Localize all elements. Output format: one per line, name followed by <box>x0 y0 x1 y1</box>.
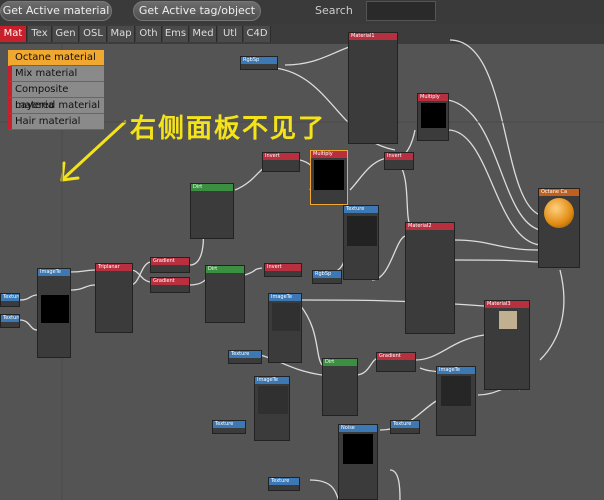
node-preview <box>499 311 517 329</box>
node-title: Gradient <box>151 258 189 265</box>
texture-node-small-2[interactable]: Texture <box>212 420 246 434</box>
node-title: RgbSp <box>313 271 341 278</box>
node-title: Invert <box>265 264 301 271</box>
imagetexture-node-2[interactable]: ImageTe <box>268 293 302 363</box>
multiply-node[interactable]: Multiply <box>417 93 449 141</box>
menu-item-mix-material[interactable]: Mix material <box>8 66 104 82</box>
texture-preview-node[interactable]: Texture <box>343 205 379 280</box>
imagetexture-node-1[interactable]: ImageTe <box>37 268 71 358</box>
menu-item-layered-material[interactable]: Layered material <box>8 98 104 114</box>
node-preview <box>347 216 377 246</box>
offscreen-node-1[interactable]: Texture <box>0 293 20 307</box>
imagetexture-node-4[interactable]: ImageTe <box>254 376 290 441</box>
dirt-node-2[interactable]: Dirt <box>205 265 245 323</box>
noise-node[interactable]: Noise <box>338 424 378 500</box>
invert-node-1[interactable]: Invert <box>262 152 300 172</box>
material1-node[interactable]: Material1 <box>348 32 398 144</box>
rgb-spectrum-node[interactable]: RgbSp <box>240 56 278 70</box>
node-title: ImageTe <box>255 377 289 384</box>
node-preview <box>258 386 288 414</box>
node-title: Material3 <box>485 301 529 308</box>
material2-node[interactable]: Material2 <box>405 222 455 334</box>
menu-item-octane-material[interactable]: Octane material <box>8 50 104 66</box>
material-type-menu: Octane material Mix material Composite m… <box>8 50 104 130</box>
node-title: ImageTe <box>38 269 70 276</box>
dirt-node-1[interactable]: Dirt <box>190 183 234 239</box>
node-preview <box>421 103 446 128</box>
invert-node-2[interactable]: Invert <box>384 152 414 170</box>
node-title: Texture <box>1 315 19 322</box>
node-preview <box>343 434 373 464</box>
node-title: Texture <box>344 206 378 213</box>
node-title: Dirt <box>191 184 233 191</box>
node-title: ImageTe <box>437 367 475 374</box>
texture-node-small-4[interactable]: Texture <box>268 477 300 491</box>
node-title: RgbSp <box>241 57 277 64</box>
multiply-node-selected[interactable]: Multiply <box>310 150 348 205</box>
triplanar-node[interactable]: Triplanar <box>95 263 133 333</box>
node-title: Dirt <box>206 266 244 273</box>
node-title: Invert <box>263 153 299 160</box>
dirt-node-3[interactable]: Dirt <box>322 358 358 416</box>
rgb-spectrum-node-2[interactable]: RgbSp <box>312 270 342 284</box>
node-title: Material1 <box>349 33 397 40</box>
node-title: Texture <box>229 351 261 358</box>
node-title: Dirt <box>323 359 357 366</box>
node-title: Multiply <box>418 94 448 101</box>
menu-item-composite-material[interactable]: Composite materia <box>8 82 104 111</box>
texture-node-small[interactable]: Texture <box>228 350 262 364</box>
node-title: Texture <box>213 421 245 428</box>
node-title: Invert <box>385 153 413 160</box>
imagetexture-node-3[interactable]: ImageTe <box>436 366 476 436</box>
gradient-node-3[interactable]: Gradient <box>376 352 416 372</box>
node-title: Octane Ca <box>539 189 579 196</box>
offscreen-node-2[interactable]: Texture <box>0 314 20 328</box>
node-title: Gradient <box>377 353 415 360</box>
gradient-node-2[interactable]: Gradient <box>150 277 190 293</box>
node-preview <box>441 376 471 406</box>
invert-node-3[interactable]: Invert <box>264 263 302 277</box>
node-preview <box>314 160 344 190</box>
node-title: Material2 <box>406 223 454 230</box>
node-preview <box>41 295 69 323</box>
node-title: ImageTe <box>269 294 301 301</box>
node-title: Gradient <box>151 278 189 285</box>
node-preview <box>272 303 300 331</box>
octane-material-output-node[interactable]: Octane Ca <box>538 188 580 268</box>
annotation-text: 右侧面板不见了 <box>130 114 327 144</box>
node-title: Texture <box>269 478 299 485</box>
material3-node[interactable]: Material3 <box>484 300 530 390</box>
node-title: Noise <box>339 425 377 432</box>
node-title: Texture <box>1 294 19 301</box>
gradient-node-1[interactable]: Gradient <box>150 257 190 273</box>
sphere-preview <box>544 198 574 228</box>
node-title: Triplanar <box>96 264 132 271</box>
node-title: Multiply <box>311 151 347 158</box>
menu-item-hair-material[interactable]: Hair material <box>8 114 104 130</box>
texture-node-small-3[interactable]: Texture <box>390 420 420 434</box>
node-title: Texture <box>391 421 419 428</box>
